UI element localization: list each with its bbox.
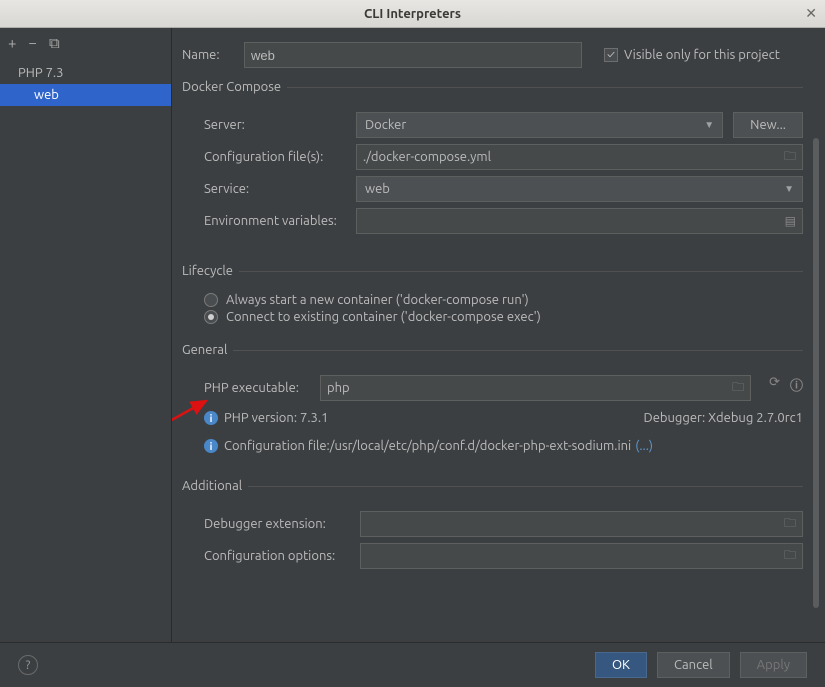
dialog-footer: ? OK Cancel Apply — [0, 642, 825, 687]
config-files-field[interactable]: ./docker-compose.yml 🗀 — [356, 144, 803, 170]
copy-icon[interactable]: ⧉ — [49, 34, 60, 52]
chevron-down-icon: ▼ — [704, 119, 714, 131]
folder-icon[interactable]: 🗀 — [784, 514, 796, 535]
visible-only-checkbox[interactable]: ✓ — [604, 48, 618, 62]
radio-unchecked-icon — [204, 293, 218, 307]
visible-only-label: Visible only for this project — [624, 48, 780, 62]
debugger-ext-field[interactable]: 🗀 — [360, 511, 803, 537]
debugger-version-label: Debugger: Xdebug 2.7.0rc1 — [644, 411, 803, 425]
new-server-button[interactable]: New... — [733, 112, 803, 138]
service-dropdown[interactable]: web ▼ — [356, 176, 803, 202]
list-icon[interactable]: ▤ — [785, 214, 796, 228]
name-input[interactable] — [244, 42, 582, 68]
help-icon[interactable]: ? — [18, 655, 38, 675]
debugger-ext-label: Debugger extension: — [204, 517, 360, 531]
server-value: Docker — [365, 118, 406, 132]
general-legend: General — [182, 343, 233, 357]
info-badge-icon: i — [204, 439, 218, 453]
lifecycle-group: Lifecycle Always start a new container (… — [182, 264, 803, 327]
content-panel: Name: ✓ Visible only for this project Do… — [172, 28, 825, 642]
php-exec-field[interactable]: php 🗀 — [320, 375, 751, 401]
tree-item-php73[interactable]: PHP 7.3 — [0, 62, 171, 84]
info-badge-icon: i — [204, 411, 218, 425]
lifecycle-exec-label: Connect to existing container ('docker-c… — [226, 310, 541, 324]
lifecycle-legend: Lifecycle — [182, 264, 239, 278]
sidebar: + − ⧉ PHP 7.3 web — [0, 28, 172, 642]
cancel-button[interactable]: Cancel — [657, 652, 730, 678]
php-exec-label: PHP executable: — [204, 381, 320, 395]
window-title: CLI Interpreters — [364, 7, 461, 21]
php-version-label: PHP version: 7.3.1 — [224, 411, 328, 425]
lifecycle-option-run[interactable]: Always start a new container ('docker-co… — [204, 293, 803, 307]
server-dropdown[interactable]: Docker ▼ — [356, 112, 723, 138]
docker-compose-group: Docker Compose Server: Docker ▼ New... C… — [182, 80, 803, 240]
env-vars-field[interactable]: ▤ — [356, 208, 803, 234]
apply-button[interactable]: Apply — [740, 652, 807, 678]
additional-legend: Additional — [182, 479, 248, 493]
docker-compose-legend: Docker Compose — [182, 80, 287, 94]
lifecycle-option-exec[interactable]: Connect to existing container ('docker-c… — [204, 310, 803, 324]
additional-group: Additional Debugger extension: 🗀 Configu… — [182, 479, 803, 575]
name-label: Name: — [182, 48, 234, 62]
config-file-more-link[interactable]: (...) — [635, 439, 653, 453]
php-exec-value: php — [327, 381, 350, 395]
config-options-label: Configuration options: — [204, 549, 360, 563]
titlebar: CLI Interpreters ✕ — [0, 0, 825, 28]
folder-icon[interactable]: 🗀 — [784, 147, 796, 168]
add-icon[interactable]: + — [8, 34, 16, 52]
config-file-value: /usr/local/etc/php/conf.d/docker-php-ext… — [330, 439, 631, 453]
chevron-down-icon: ▼ — [784, 183, 794, 195]
ok-button[interactable]: OK — [595, 652, 647, 678]
config-file-label: Configuration file: — [224, 439, 330, 453]
config-options-field[interactable]: 🗀 — [360, 543, 803, 569]
scrollbar[interactable] — [813, 138, 819, 608]
service-value: web — [365, 182, 390, 196]
sidebar-toolbar: + − ⧉ — [0, 28, 171, 60]
server-label: Server: — [204, 118, 356, 132]
info-icon[interactable]: ⓘ — [790, 375, 803, 401]
env-vars-label: Environment variables: — [204, 214, 356, 228]
lifecycle-run-label: Always start a new container ('docker-co… — [226, 293, 529, 307]
folder-icon[interactable]: 🗀 — [732, 378, 744, 399]
close-icon[interactable]: ✕ — [805, 5, 817, 22]
config-files-value: ./docker-compose.yml — [363, 150, 491, 164]
folder-icon[interactable]: 🗀 — [784, 546, 796, 567]
interpreter-tree: PHP 7.3 web — [0, 60, 171, 106]
reload-icon[interactable]: ⟳ — [769, 375, 780, 401]
service-label: Service: — [204, 182, 356, 196]
tree-item-web[interactable]: web — [0, 84, 171, 106]
radio-checked-icon — [204, 310, 218, 324]
general-group: General PHP executable: php 🗀 ⟳ ⓘ — [182, 343, 803, 453]
remove-icon[interactable]: − — [28, 34, 36, 52]
config-files-label: Configuration file(s): — [204, 150, 356, 164]
